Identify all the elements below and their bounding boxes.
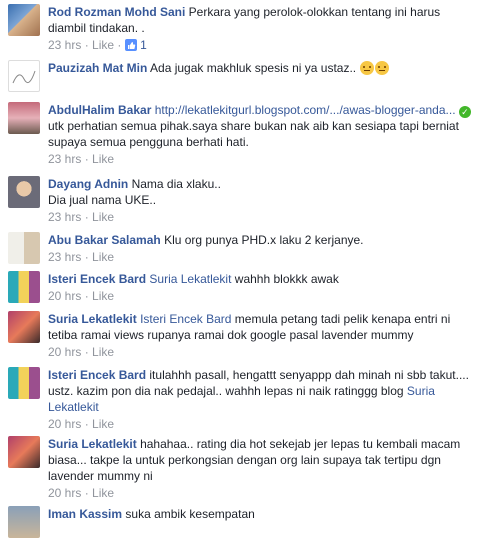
comment-time[interactable]: 20 hrs (48, 289, 81, 303)
comment: Isteri Encek Bard itulahhh pasall, henga… (0, 367, 489, 432)
mention-link[interactable]: Suria Lekatlekit (149, 272, 231, 286)
comment-author[interactable]: Abu Bakar Salamah (48, 233, 161, 247)
comment-meta: 23 hrs · Like · 1 (48, 38, 147, 52)
comment-text: utk perhatian semua pihak.saya share buk… (48, 119, 459, 149)
comment-time[interactable]: 20 hrs (48, 486, 81, 500)
comment-body: Abu Bakar Salamah Klu org punya PHD.x la… (48, 232, 481, 248)
avatar[interactable] (8, 311, 40, 343)
comment: Suria Lekatlekit Isteri Encek Bard memul… (0, 311, 489, 360)
mention-link[interactable]: Isteri Encek Bard (140, 312, 231, 326)
comment-author[interactable]: Isteri Encek Bard (48, 272, 146, 286)
comment: AbdulHalim Bakar http://lekatlekitgurl.b… (0, 102, 489, 167)
comment-author[interactable]: Suria Lekatlekit (48, 312, 137, 326)
avatar[interactable] (8, 436, 40, 468)
comment-text: suka ambik kesempatan (125, 507, 255, 521)
like-button[interactable]: Like (92, 152, 114, 166)
comment-time[interactable]: 23 hrs (48, 152, 81, 166)
avatar[interactable] (8, 271, 40, 303)
comment-author[interactable]: Suria Lekatlekit (48, 437, 137, 451)
like-count-value: 1 (140, 38, 147, 52)
angry-face-icon (375, 61, 390, 75)
comment-time[interactable]: 20 hrs (48, 417, 81, 431)
comment-time[interactable]: 20 hrs (48, 345, 81, 359)
comment: Dayang Adnin Nama dia xlaku.. Dia jual n… (0, 176, 489, 225)
comment: Abu Bakar Salamah Klu org punya PHD.x la… (0, 232, 489, 265)
comment-meta: 23 hrs · Like (48, 210, 115, 224)
comment-body: Rod Rozman Mohd Sani Perkara yang perolo… (48, 4, 481, 36)
sketch-avatar-icon (12, 70, 36, 84)
comment-text: wahhh blokkk awak (234, 272, 339, 286)
avatar[interactable] (8, 232, 40, 264)
comment-author[interactable]: Isteri Encek Bard (48, 368, 146, 382)
comment-body: Isteri Encek Bard itulahhh pasall, henga… (48, 367, 481, 415)
comment-author[interactable]: Pauzizah Mat Min (48, 61, 147, 75)
comment-author[interactable]: Dayang Adnin (48, 177, 128, 191)
like-count[interactable]: 1 (124, 38, 147, 52)
comment-body: Dayang Adnin Nama dia xlaku.. (48, 176, 481, 192)
like-button[interactable]: Like (92, 289, 114, 303)
comment: Pauzizah Mat Min Ada jugak makhluk spesi… (0, 60, 489, 92)
comment-text-line2: Dia jual nama UKE.. (48, 193, 157, 207)
comment: Isteri Encek Bard Suria Lekatlekit wahhh… (0, 271, 489, 304)
comment-body: Isteri Encek Bard Suria Lekatlekit wahhh… (48, 271, 481, 287)
comment-author[interactable]: AbdulHalim Bakar (48, 103, 151, 117)
avatar[interactable] (8, 506, 40, 538)
avatar[interactable] (8, 367, 40, 399)
comment-time[interactable]: 23 hrs (48, 250, 81, 264)
comment-time[interactable]: 23 hrs (48, 38, 81, 52)
comment-meta: 20 hrs · Like (48, 486, 115, 500)
like-button[interactable]: Like (92, 38, 114, 52)
like-button[interactable]: Like (92, 250, 114, 264)
angry-face-icon (360, 61, 375, 75)
check-circle-icon: ✓ (458, 106, 471, 118)
comment: Iman Kassim suka ambik kesempatan (0, 506, 489, 538)
comment: Rod Rozman Mohd Sani Perkara yang perolo… (0, 4, 489, 53)
comment-author[interactable]: Iman Kassim (48, 507, 122, 521)
comment: Suria Lekatlekit hahahaa.. rating dia ho… (0, 436, 489, 501)
like-button[interactable]: Like (92, 486, 114, 500)
like-button[interactable]: Like (92, 345, 114, 359)
comment-text: Ada jugak makhluk spesis ni ya ustaz.. (150, 61, 357, 75)
comment-meta: 23 hrs · Like (48, 250, 115, 264)
comment-meta: 20 hrs · Like (48, 417, 115, 431)
like-button[interactable]: Like (92, 417, 114, 431)
avatar[interactable] (8, 60, 40, 92)
avatar[interactable] (8, 176, 40, 208)
shared-link[interactable]: http://lekatlekitgurl.blogspot.com/.../a… (155, 103, 456, 117)
comment-meta: 23 hrs · Like (48, 152, 115, 166)
comment-body: Suria Lekatlekit hahahaa.. rating dia ho… (48, 436, 481, 484)
comment-meta: 20 hrs · Like (48, 289, 115, 303)
like-button[interactable]: Like (92, 210, 114, 224)
comment-time[interactable]: 23 hrs (48, 210, 81, 224)
thumbs-up-icon (124, 39, 137, 51)
comment-body: Pauzizah Mat Min Ada jugak makhluk spesi… (48, 60, 481, 76)
comment-body: Suria Lekatlekit Isteri Encek Bard memul… (48, 311, 481, 343)
comment-body: AbdulHalim Bakar http://lekatlekitgurl.b… (48, 102, 481, 118)
avatar[interactable] (8, 102, 40, 134)
comment-text: Klu org punya PHD.x laku 2 kerjanye. (164, 233, 364, 247)
comment-meta: 20 hrs · Like (48, 345, 115, 359)
comment-body: Iman Kassim suka ambik kesempatan (48, 506, 481, 522)
comment-author[interactable]: Rod Rozman Mohd Sani (48, 5, 185, 19)
comment-text: Nama dia xlaku.. (131, 177, 221, 191)
avatar[interactable] (8, 4, 40, 36)
